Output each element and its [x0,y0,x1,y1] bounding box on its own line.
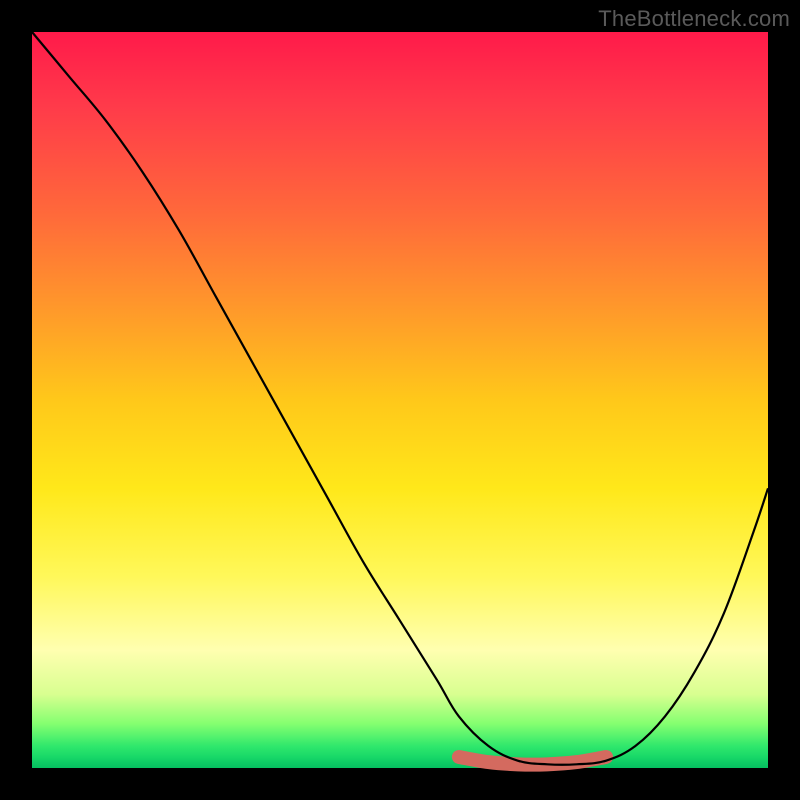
chart-container: TheBottleneck.com [0,0,800,800]
bottleneck-curve-line [32,32,768,765]
watermark-text: TheBottleneck.com [598,6,790,32]
chart-svg [32,32,768,768]
plot-area [32,32,768,768]
